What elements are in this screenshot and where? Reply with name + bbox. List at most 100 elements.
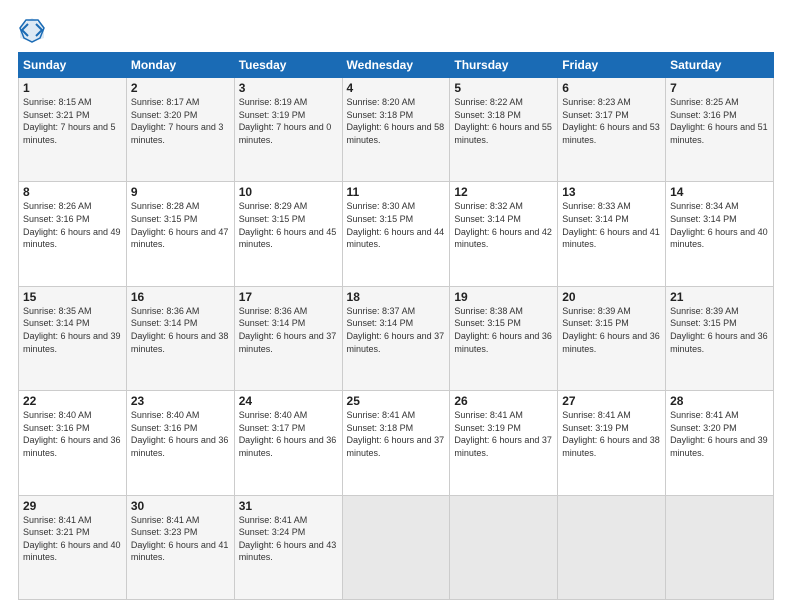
calendar-cell: 6 Sunrise: 8:23 AMSunset: 3:17 PMDayligh… — [558, 78, 666, 182]
day-content: Sunrise: 8:41 AMSunset: 3:21 PMDaylight:… — [23, 515, 121, 563]
week-row-4: 22 Sunrise: 8:40 AMSunset: 3:16 PMDaylig… — [19, 391, 774, 495]
day-content: Sunrise: 8:40 AMSunset: 3:16 PMDaylight:… — [23, 410, 121, 458]
calendar-cell — [450, 495, 558, 599]
day-number: 5 — [454, 81, 553, 95]
calendar-cell: 21 Sunrise: 8:39 AMSunset: 3:15 PMDaylig… — [666, 286, 774, 390]
calendar-cell: 22 Sunrise: 8:40 AMSunset: 3:16 PMDaylig… — [19, 391, 127, 495]
col-header-tuesday: Tuesday — [234, 53, 342, 78]
calendar-cell: 10 Sunrise: 8:29 AMSunset: 3:15 PMDaylig… — [234, 182, 342, 286]
day-content: Sunrise: 8:40 AMSunset: 3:16 PMDaylight:… — [131, 410, 229, 458]
day-content: Sunrise: 8:41 AMSunset: 3:24 PMDaylight:… — [239, 515, 337, 563]
calendar-cell: 19 Sunrise: 8:38 AMSunset: 3:15 PMDaylig… — [450, 286, 558, 390]
header-row: SundayMondayTuesdayWednesdayThursdayFrid… — [19, 53, 774, 78]
calendar-cell: 28 Sunrise: 8:41 AMSunset: 3:20 PMDaylig… — [666, 391, 774, 495]
logo-icon — [18, 16, 46, 44]
day-number: 28 — [670, 394, 769, 408]
day-content: Sunrise: 8:41 AMSunset: 3:19 PMDaylight:… — [562, 410, 660, 458]
calendar-cell — [342, 495, 450, 599]
day-number: 11 — [347, 185, 446, 199]
day-content: Sunrise: 8:40 AMSunset: 3:17 PMDaylight:… — [239, 410, 337, 458]
calendar-cell: 30 Sunrise: 8:41 AMSunset: 3:23 PMDaylig… — [126, 495, 234, 599]
day-content: Sunrise: 8:38 AMSunset: 3:15 PMDaylight:… — [454, 306, 552, 354]
day-content: Sunrise: 8:33 AMSunset: 3:14 PMDaylight:… — [562, 201, 660, 249]
day-content: Sunrise: 8:25 AMSunset: 3:16 PMDaylight:… — [670, 97, 768, 145]
week-row-5: 29 Sunrise: 8:41 AMSunset: 3:21 PMDaylig… — [19, 495, 774, 599]
day-content: Sunrise: 8:20 AMSunset: 3:18 PMDaylight:… — [347, 97, 445, 145]
day-number: 7 — [670, 81, 769, 95]
calendar-cell: 9 Sunrise: 8:28 AMSunset: 3:15 PMDayligh… — [126, 182, 234, 286]
calendar-cell: 3 Sunrise: 8:19 AMSunset: 3:19 PMDayligh… — [234, 78, 342, 182]
calendar-cell: 20 Sunrise: 8:39 AMSunset: 3:15 PMDaylig… — [558, 286, 666, 390]
calendar-cell — [666, 495, 774, 599]
col-header-wednesday: Wednesday — [342, 53, 450, 78]
day-content: Sunrise: 8:36 AMSunset: 3:14 PMDaylight:… — [131, 306, 229, 354]
day-content: Sunrise: 8:30 AMSunset: 3:15 PMDaylight:… — [347, 201, 445, 249]
calendar-cell: 15 Sunrise: 8:35 AMSunset: 3:14 PMDaylig… — [19, 286, 127, 390]
day-number: 16 — [131, 290, 230, 304]
day-content: Sunrise: 8:32 AMSunset: 3:14 PMDaylight:… — [454, 201, 552, 249]
day-number: 18 — [347, 290, 446, 304]
week-row-1: 1 Sunrise: 8:15 AMSunset: 3:21 PMDayligh… — [19, 78, 774, 182]
day-content: Sunrise: 8:26 AMSunset: 3:16 PMDaylight:… — [23, 201, 121, 249]
calendar-cell: 4 Sunrise: 8:20 AMSunset: 3:18 PMDayligh… — [342, 78, 450, 182]
day-number: 25 — [347, 394, 446, 408]
day-number: 2 — [131, 81, 230, 95]
calendar-cell: 23 Sunrise: 8:40 AMSunset: 3:16 PMDaylig… — [126, 391, 234, 495]
calendar-cell — [558, 495, 666, 599]
day-content: Sunrise: 8:37 AMSunset: 3:14 PMDaylight:… — [347, 306, 445, 354]
calendar-cell: 18 Sunrise: 8:37 AMSunset: 3:14 PMDaylig… — [342, 286, 450, 390]
day-number: 13 — [562, 185, 661, 199]
day-number: 10 — [239, 185, 338, 199]
calendar-cell: 5 Sunrise: 8:22 AMSunset: 3:18 PMDayligh… — [450, 78, 558, 182]
calendar-cell: 31 Sunrise: 8:41 AMSunset: 3:24 PMDaylig… — [234, 495, 342, 599]
day-content: Sunrise: 8:28 AMSunset: 3:15 PMDaylight:… — [131, 201, 229, 249]
day-content: Sunrise: 8:36 AMSunset: 3:14 PMDaylight:… — [239, 306, 337, 354]
calendar-table: SundayMondayTuesdayWednesdayThursdayFrid… — [18, 52, 774, 600]
calendar-cell: 11 Sunrise: 8:30 AMSunset: 3:15 PMDaylig… — [342, 182, 450, 286]
col-header-monday: Monday — [126, 53, 234, 78]
day-number: 27 — [562, 394, 661, 408]
day-number: 30 — [131, 499, 230, 513]
week-row-3: 15 Sunrise: 8:35 AMSunset: 3:14 PMDaylig… — [19, 286, 774, 390]
day-number: 9 — [131, 185, 230, 199]
col-header-saturday: Saturday — [666, 53, 774, 78]
day-number: 15 — [23, 290, 122, 304]
day-content: Sunrise: 8:35 AMSunset: 3:14 PMDaylight:… — [23, 306, 121, 354]
day-content: Sunrise: 8:15 AMSunset: 3:21 PMDaylight:… — [23, 97, 116, 145]
week-row-2: 8 Sunrise: 8:26 AMSunset: 3:16 PMDayligh… — [19, 182, 774, 286]
day-number: 4 — [347, 81, 446, 95]
day-content: Sunrise: 8:41 AMSunset: 3:18 PMDaylight:… — [347, 410, 445, 458]
day-number: 24 — [239, 394, 338, 408]
logo — [18, 16, 50, 44]
calendar-cell: 7 Sunrise: 8:25 AMSunset: 3:16 PMDayligh… — [666, 78, 774, 182]
col-header-friday: Friday — [558, 53, 666, 78]
calendar-cell: 2 Sunrise: 8:17 AMSunset: 3:20 PMDayligh… — [126, 78, 234, 182]
header — [18, 16, 774, 44]
day-number: 29 — [23, 499, 122, 513]
calendar-cell: 12 Sunrise: 8:32 AMSunset: 3:14 PMDaylig… — [450, 182, 558, 286]
day-number: 19 — [454, 290, 553, 304]
day-content: Sunrise: 8:39 AMSunset: 3:15 PMDaylight:… — [670, 306, 768, 354]
calendar-cell: 24 Sunrise: 8:40 AMSunset: 3:17 PMDaylig… — [234, 391, 342, 495]
calendar-cell: 27 Sunrise: 8:41 AMSunset: 3:19 PMDaylig… — [558, 391, 666, 495]
calendar-cell: 13 Sunrise: 8:33 AMSunset: 3:14 PMDaylig… — [558, 182, 666, 286]
calendar-cell: 1 Sunrise: 8:15 AMSunset: 3:21 PMDayligh… — [19, 78, 127, 182]
calendar-cell: 16 Sunrise: 8:36 AMSunset: 3:14 PMDaylig… — [126, 286, 234, 390]
day-content: Sunrise: 8:29 AMSunset: 3:15 PMDaylight:… — [239, 201, 337, 249]
day-content: Sunrise: 8:41 AMSunset: 3:19 PMDaylight:… — [454, 410, 552, 458]
day-content: Sunrise: 8:41 AMSunset: 3:23 PMDaylight:… — [131, 515, 229, 563]
day-number: 17 — [239, 290, 338, 304]
day-content: Sunrise: 8:22 AMSunset: 3:18 PMDaylight:… — [454, 97, 552, 145]
day-content: Sunrise: 8:17 AMSunset: 3:20 PMDaylight:… — [131, 97, 224, 145]
day-number: 14 — [670, 185, 769, 199]
day-content: Sunrise: 8:23 AMSunset: 3:17 PMDaylight:… — [562, 97, 660, 145]
day-number: 6 — [562, 81, 661, 95]
calendar-cell: 25 Sunrise: 8:41 AMSunset: 3:18 PMDaylig… — [342, 391, 450, 495]
day-number: 21 — [670, 290, 769, 304]
calendar-cell: 8 Sunrise: 8:26 AMSunset: 3:16 PMDayligh… — [19, 182, 127, 286]
calendar-cell: 29 Sunrise: 8:41 AMSunset: 3:21 PMDaylig… — [19, 495, 127, 599]
calendar-cell: 14 Sunrise: 8:34 AMSunset: 3:14 PMDaylig… — [666, 182, 774, 286]
day-number: 23 — [131, 394, 230, 408]
day-number: 8 — [23, 185, 122, 199]
day-number: 12 — [454, 185, 553, 199]
